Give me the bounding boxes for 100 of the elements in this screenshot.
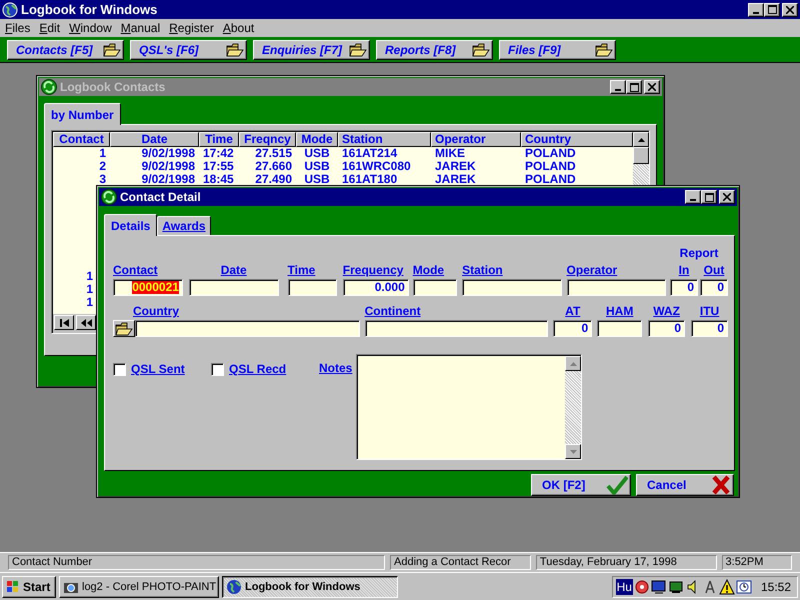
input-field[interactable]	[597, 320, 642, 337]
input-field[interactable]	[288, 279, 337, 296]
language-indicator[interactable]: Hu	[616, 578, 633, 594]
table-cell-text: 1	[98, 147, 107, 160]
table-cell-text: POLAND	[524, 160, 577, 173]
input-field[interactable]: 0000021	[113, 279, 183, 296]
column-header[interactable]: Date	[110, 132, 199, 147]
menu-item[interactable]: Register	[169, 21, 214, 35]
maximize-icon	[768, 5, 776, 14]
checkbox[interactable]	[113, 362, 126, 376]
input-field[interactable]: 0	[691, 320, 728, 337]
tab[interactable]: Details	[104, 214, 158, 236]
minimize-icon	[615, 89, 621, 91]
minimize-button[interactable]	[748, 2, 764, 16]
close-button[interactable]	[782, 2, 798, 16]
monitor-icon[interactable]	[650, 578, 667, 594]
table-cell-text: 9/02/1998	[140, 147, 196, 160]
notes-field[interactable]	[356, 354, 582, 460]
field-label: Operator	[566, 263, 618, 277]
status-text: Contact Number	[8, 555, 385, 570]
input-field[interactable]	[188, 279, 279, 296]
field-label: Contact	[113, 263, 159, 277]
maximize-icon	[704, 192, 714, 202]
field-label: Country	[132, 304, 180, 318]
maximize-button[interactable]	[626, 80, 642, 94]
menu-item[interactable]: About	[222, 21, 254, 35]
field-label: Date	[220, 263, 248, 277]
field-value: 0	[687, 281, 694, 294]
column-header[interactable]: Mode	[296, 132, 338, 147]
input-field[interactable]: 0	[648, 320, 686, 337]
table-cell-text: 18:45	[202, 173, 235, 186]
field-label: Mode	[412, 263, 446, 277]
menu-item[interactable]: Window	[69, 21, 112, 35]
checkbox-label: QSL Recd	[229, 362, 286, 376]
taskbar-button[interactable]: Logbook for Windows	[222, 576, 398, 598]
window-title: Logbook Contacts	[60, 80, 166, 94]
field-label: AT	[564, 304, 582, 318]
field-value: 0.000	[374, 281, 405, 294]
close-button[interactable]	[644, 80, 660, 94]
taskbar-button[interactable]: log2 - Corel PHOTO-PAINT	[59, 576, 219, 598]
circular-arrows-icon	[101, 189, 117, 205]
input-field[interactable]	[364, 320, 548, 337]
field-value: 0000021	[132, 281, 179, 294]
column-header[interactable]: Freqncy	[239, 132, 296, 147]
column-header[interactable]: Country	[521, 132, 633, 147]
input-field[interactable]: 0	[670, 279, 698, 296]
column-header[interactable]: Operator	[431, 132, 521, 147]
first-record-button[interactable]	[54, 315, 74, 330]
browse-button[interactable]	[113, 320, 135, 337]
input-field[interactable]	[135, 320, 360, 337]
toolbar-button[interactable]: Reports [F8]	[376, 40, 493, 60]
field-value: 0	[582, 322, 588, 335]
maximize-button[interactable]	[764, 2, 780, 16]
start-button[interactable]: Start	[2, 576, 56, 598]
previous-page-button[interactable]	[76, 315, 96, 330]
network-icon[interactable]	[634, 578, 650, 594]
ok-button[interactable]: OK [F2]	[531, 474, 631, 496]
up-arrow-icon	[638, 138, 644, 142]
field-label: Time	[288, 263, 316, 277]
input-field[interactable]: 0	[700, 279, 728, 296]
toolbar-button[interactable]: Files [F9]	[499, 40, 616, 60]
display-icon[interactable]	[668, 578, 684, 594]
table-cell-text: 3	[98, 173, 107, 186]
field-value: 0	[717, 322, 724, 335]
scrollbar-thumb[interactable]	[633, 147, 649, 164]
column-header[interactable]: Station	[338, 132, 431, 147]
toolbar-button[interactable]: Contacts [F5]	[7, 40, 124, 60]
column-header[interactable]: Contact	[53, 132, 110, 147]
field-label: Out	[702, 263, 726, 277]
table-cell-text: 9/02/1998	[140, 173, 196, 186]
checkmark-icon	[606, 475, 628, 495]
minimize-button[interactable]	[685, 190, 701, 204]
input-field[interactable]: 0	[553, 320, 592, 337]
menu-item[interactable]: Manual	[120, 21, 160, 35]
table-cell-text: 27.490	[254, 173, 293, 186]
input-field[interactable]	[412, 279, 458, 296]
maximize-button[interactable]	[701, 190, 717, 204]
menu-item[interactable]: Files	[5, 21, 30, 35]
menu-item[interactable]: Edit	[39, 21, 60, 35]
table-cell-text: JAREK	[434, 160, 477, 173]
toolbar-button[interactable]: Enquiries [F7]	[253, 40, 370, 60]
warning-icon[interactable]	[718, 578, 735, 594]
status-text: 3:52PM	[722, 555, 792, 570]
toolbar-button[interactable]: QSL's [F6]	[130, 40, 247, 60]
clock: 15:52	[760, 580, 791, 594]
input-field[interactable]: 0.000	[342, 279, 409, 296]
tab[interactable]: Awards	[157, 216, 210, 235]
field-label: In	[678, 263, 690, 277]
minimize-button[interactable]	[610, 80, 626, 94]
tab[interactable]: by Number	[44, 103, 121, 125]
field-label: ITU	[698, 304, 720, 318]
clock-icon[interactable]	[736, 578, 752, 594]
table-cell-text: 17:42	[202, 147, 235, 160]
input-field[interactable]	[566, 279, 666, 296]
input-field[interactable]	[462, 279, 562, 296]
column-header[interactable]: Time	[199, 132, 239, 147]
cancel-button[interactable]: Cancel	[636, 474, 734, 496]
checkbox[interactable]	[211, 362, 224, 376]
close-button[interactable]	[719, 190, 735, 204]
report-label: Report	[680, 246, 718, 260]
